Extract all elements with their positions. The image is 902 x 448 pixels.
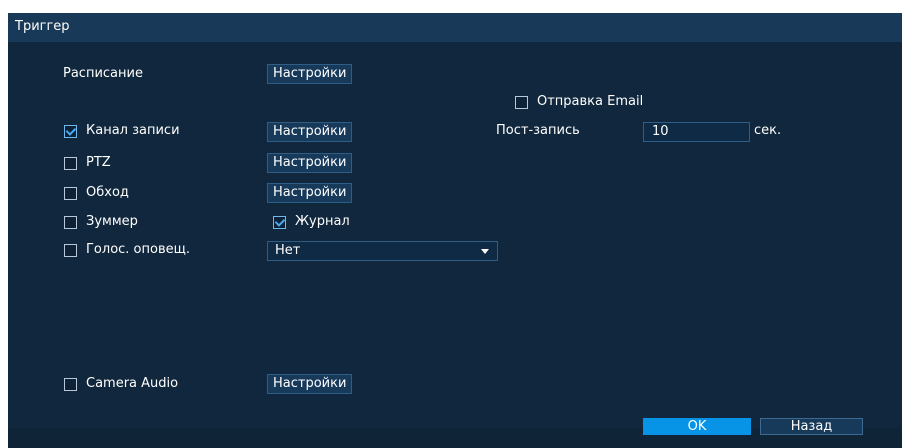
- voice-alert-select[interactable]: Нет: [267, 241, 498, 261]
- voice-alert-label: Голос. оповещ.: [86, 242, 190, 257]
- back-button[interactable]: Назад: [760, 418, 863, 435]
- voice-alert-checkbox[interactable]: [64, 244, 77, 257]
- tour-checkbox[interactable]: [64, 187, 77, 200]
- content-panel: [8, 42, 902, 428]
- tour-label: Обход: [86, 185, 129, 200]
- post-record-label: Пост-запись: [496, 123, 580, 138]
- check-icon: [274, 216, 286, 227]
- voice-alert-selected-value: Нет: [275, 243, 301, 258]
- buzzer-label: Зуммер: [86, 214, 138, 229]
- email-label: Отправка Email: [537, 94, 644, 109]
- record-channel-checkbox[interactable]: [64, 125, 77, 138]
- post-record-input[interactable]: 10: [643, 122, 750, 142]
- email-checkbox[interactable]: [515, 96, 528, 109]
- ptz-label: PTZ: [86, 155, 111, 170]
- check-icon: [65, 125, 77, 136]
- chevron-down-icon: [481, 249, 489, 254]
- ptz-settings-button[interactable]: Настройки: [267, 153, 353, 173]
- camera-audio-settings-button[interactable]: Настройки: [267, 374, 353, 394]
- tour-settings-button[interactable]: Настройки: [267, 183, 353, 203]
- ptz-checkbox[interactable]: [64, 157, 77, 170]
- camera-audio-checkbox[interactable]: [64, 378, 77, 391]
- schedule-settings-button[interactable]: Настройки: [267, 64, 353, 84]
- record-channel-label: Канал записи: [86, 123, 180, 138]
- record-channel-settings-button[interactable]: Настройки: [267, 122, 353, 142]
- schedule-label: Расписание: [63, 66, 143, 81]
- ok-button[interactable]: OK: [643, 418, 751, 435]
- log-checkbox[interactable]: [273, 216, 286, 229]
- dialog-title: Триггер: [15, 19, 70, 34]
- post-record-unit: сек.: [754, 123, 782, 138]
- log-label: Журнал: [295, 214, 350, 229]
- camera-audio-label: Camera Audio: [86, 376, 179, 391]
- buzzer-checkbox[interactable]: [64, 216, 77, 229]
- title-bar: Триггер: [8, 13, 902, 42]
